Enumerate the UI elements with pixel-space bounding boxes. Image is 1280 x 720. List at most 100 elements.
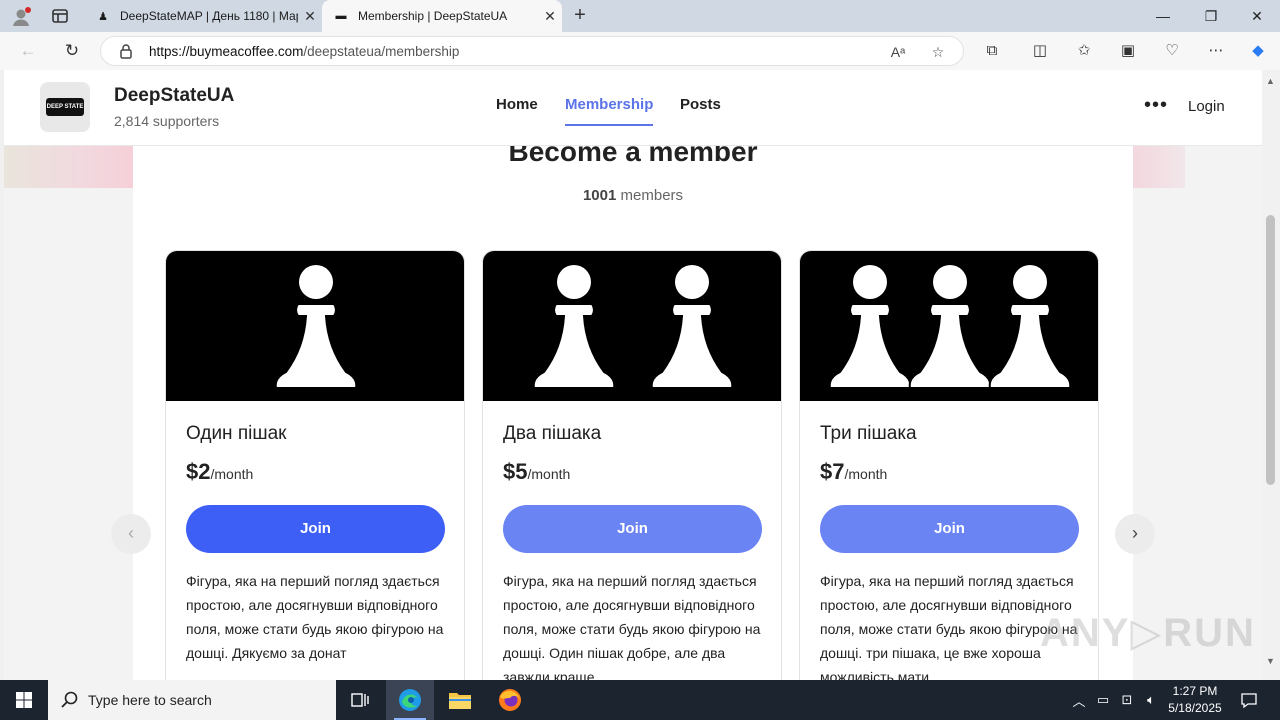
site-header: DEEP STATE DeepStateUA 2,814 supporters …: [4, 70, 1262, 146]
volume-icon[interactable]: 🔈︎: [1140, 680, 1162, 720]
member-count-number: 1001: [582, 187, 617, 204]
restore-icon[interactable]: ❐: [1188, 0, 1234, 32]
split-screen-icon[interactable]: ◫: [1028, 40, 1052, 62]
price-amount: $7: [820, 459, 845, 484]
map-background: [4, 146, 134, 188]
minimize-icon[interactable]: —: [1140, 0, 1186, 32]
carousel-next-button[interactable]: ›: [1115, 514, 1155, 554]
clock-date: 5/18/2025: [1168, 701, 1222, 715]
join-button[interactable]: Join: [186, 505, 445, 553]
tier-name: Два пішака: [503, 423, 602, 444]
clock-time: 1:27 PM: [1172, 684, 1218, 698]
price-amount: $2: [186, 459, 211, 484]
task-view-icon[interactable]: [336, 680, 384, 720]
browser-toolbar: ← ↻ https://buymeacoffee.com/deepstateua…: [0, 32, 1280, 70]
close-window-icon[interactable]: ✕: [1234, 0, 1280, 32]
tier-price: $5/month: [503, 459, 570, 485]
tier-name: Три пішака: [820, 423, 917, 444]
collections-icon[interactable]: ▣: [1116, 40, 1140, 62]
tier-price: $2/month: [186, 459, 253, 485]
url-host: https://buymeacoffee.com: [149, 44, 304, 59]
carousel-prev-button[interactable]: ‹: [111, 514, 151, 554]
tab-actions-icon[interactable]: [50, 6, 70, 26]
scroll-up-icon[interactable]: ▲: [1266, 76, 1275, 86]
settings-more-icon[interactable]: ⋯: [1204, 40, 1228, 62]
notifications-icon[interactable]: [1234, 680, 1264, 720]
tab-membership[interactable]: ▬ Membership | DeepStateUA ✕: [322, 0, 562, 32]
copilot-icon[interactable]: ◆: [1246, 40, 1270, 62]
search-placeholder: Type here to search: [88, 692, 212, 708]
page-viewport: Become a member 1001 members DEEP STATE …: [4, 70, 1262, 680]
windows-taskbar: Type here to search ︿ ▭ ⊡ 🔈︎ 1:27 PM 5/1…: [0, 680, 1280, 720]
join-button[interactable]: Join: [820, 505, 1079, 553]
price-period: /month: [210, 466, 254, 482]
nav-home[interactable]: Home: [496, 96, 538, 113]
pawn-icon: [908, 265, 992, 389]
tray-device-icon[interactable]: ▭: [1092, 680, 1114, 720]
pawn-icon: [988, 265, 1072, 389]
member-count: 1001 members: [133, 187, 1133, 204]
file-explorer-icon[interactable]: [436, 680, 484, 720]
more-options-icon[interactable]: •••: [1144, 94, 1168, 117]
pawn-icon: [828, 265, 912, 389]
page-scrollbar[interactable]: ▲ ▼: [1262, 70, 1280, 680]
price-amount: $5: [503, 459, 528, 484]
supporter-count: 2,814 supporters: [114, 113, 220, 129]
tray-chevron-icon[interactable]: ︿: [1068, 680, 1090, 720]
scrollbar-thumb[interactable]: [1266, 215, 1275, 485]
price-period: /month: [527, 466, 571, 482]
browser-tab-bar: ♟ DeepStateMAP | День 1180 | Мар ✕ ▬ Mem…: [0, 0, 1280, 32]
tier-card: Два пішака $5/month Join Фігура, яка на …: [482, 250, 782, 680]
edge-browser-icon[interactable]: [386, 680, 434, 720]
taskbar-search-box[interactable]: Type here to search: [48, 680, 336, 720]
system-clock[interactable]: 1:27 PM 5/18/2025: [1160, 683, 1230, 717]
profile-icon[interactable]: [10, 6, 32, 28]
tab-title: DeepStateMAP | День 1180 | Мар: [120, 9, 298, 23]
tier-description: Фігура, яка на перший погляд здається пр…: [503, 573, 761, 680]
tier-name: Один пішак: [186, 423, 287, 444]
refresh-icon[interactable]: ↻: [58, 38, 86, 64]
new-tab-icon[interactable]: +: [568, 4, 592, 28]
firefox-icon[interactable]: [486, 680, 534, 720]
network-icon[interactable]: ⊡: [1116, 680, 1138, 720]
price-period: /month: [844, 466, 888, 482]
login-link[interactable]: Login: [1188, 98, 1225, 115]
favorites-icon[interactable]: ✩: [1072, 40, 1096, 62]
url-text: https://buymeacoffee.com/deepstateua/mem…: [149, 44, 459, 59]
deepstate-logo: DEEP STATE: [46, 98, 84, 116]
one-pawn-image: [166, 251, 464, 401]
tier-description: Фігура, яка на перший погляд здається пр…: [186, 573, 444, 661]
windows-start-icon[interactable]: [0, 680, 48, 720]
close-tab-icon[interactable]: ✕: [538, 8, 562, 25]
pawn-icon: [274, 265, 358, 389]
favorite-star-icon[interactable]: ☆: [927, 41, 949, 63]
close-tab-icon[interactable]: ✕: [298, 8, 322, 25]
url-path: /deepstateua/membership: [303, 44, 460, 59]
address-bar[interactable]: https://buymeacoffee.com/deepstateua/mem…: [100, 36, 964, 66]
two-pawns-image: [483, 251, 781, 401]
watermark-logo: ANY▷RUN: [1040, 611, 1256, 655]
lock-icon: [120, 44, 132, 59]
tier-price: $7/month: [820, 459, 887, 485]
creator-avatar[interactable]: DEEP STATE: [40, 82, 90, 132]
creator-name[interactable]: DeepStateUA: [114, 85, 234, 107]
pawn-icon: [532, 265, 616, 389]
nav-posts[interactable]: Posts: [680, 96, 721, 113]
tab-title: Membership | DeepStateUA: [358, 9, 508, 23]
browser-essentials-icon[interactable]: ♡: [1160, 40, 1184, 62]
deepstate-favicon-icon: ♟: [98, 10, 108, 23]
buymeacoffee-favicon-icon: ▬: [335, 10, 347, 22]
member-count-label: members: [620, 187, 684, 204]
scroll-down-icon[interactable]: ▼: [1266, 656, 1275, 666]
tier-card: Один пішак $2/month Join Фігура, яка на …: [165, 250, 465, 680]
nav-membership[interactable]: Membership: [565, 96, 654, 126]
extensions-icon[interactable]: ⧉: [980, 40, 1004, 62]
tab-deepstatemap[interactable]: ♟ DeepStateMAP | День 1180 | Мар ✕: [86, 0, 322, 32]
back-icon[interactable]: ←: [14, 38, 42, 64]
search-icon: [61, 691, 78, 708]
map-background: [1133, 146, 1185, 188]
pawn-icon: [650, 265, 734, 389]
three-pawns-image: [800, 251, 1098, 401]
join-button[interactable]: Join: [503, 505, 762, 553]
read-aloud-icon[interactable]: Aᵃ: [887, 41, 909, 63]
